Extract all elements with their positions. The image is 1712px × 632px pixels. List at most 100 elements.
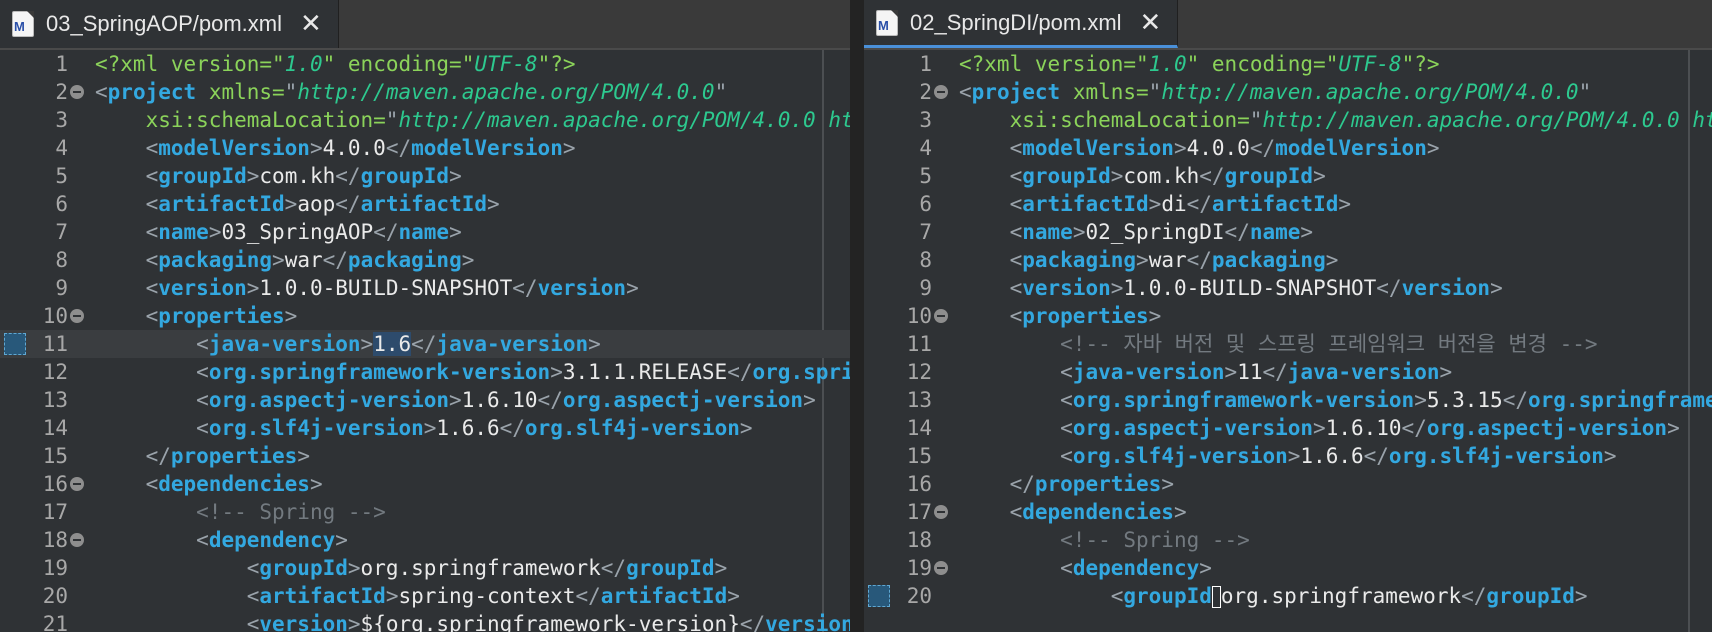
code-line[interactable]: 8 <packaging>war</packaging> [864, 246, 1712, 274]
line-number: 19 [906, 556, 932, 580]
attribute-value: http://maven.apache.org/POM/4.0.0 [297, 80, 715, 104]
fold-collapse-icon[interactable] [934, 561, 948, 575]
code-line[interactable]: 10 <properties> [0, 302, 850, 330]
code-line[interactable]: 3 xsi:schemaLocation="http://maven.apach… [864, 106, 1712, 134]
punctuation: > [246, 276, 260, 300]
code-line[interactable]: 12 <org.springframework-version>3.1.1.RE… [0, 358, 850, 386]
code-editor[interactable]: 1 <?xml version="1.0" encoding="UTF-8"?> 2… [0, 50, 850, 632]
text-content [959, 248, 1010, 272]
tag-name: artifactId [360, 192, 487, 216]
code-line[interactable]: 9 <version>1.0.0-BUILD-SNAPSHOT</version… [864, 274, 1712, 302]
code-line[interactable]: 2 <project xmlns="http://maven.apache.org… [0, 78, 850, 106]
tag-name: name [158, 220, 209, 244]
punctuation: > [803, 388, 816, 412]
punctuation: > [1136, 248, 1149, 272]
code-line[interactable]: 17 <!-- Spring --> [0, 498, 850, 526]
tag-name: project [107, 80, 209, 104]
text-content: 4.0.0 [1186, 136, 1250, 160]
code-line[interactable]: 16 </properties> [864, 470, 1712, 498]
punctuation: > [449, 164, 462, 188]
close-icon[interactable]: ✕ [1140, 10, 1162, 36]
punctuation: > [714, 556, 728, 580]
code-editor[interactable]: 1 <?xml version="1.0" encoding="UTF-8"?> 2… [864, 50, 1712, 632]
punctuation: > [1325, 248, 1339, 272]
text-content: org.springframework [1220, 584, 1462, 608]
code-line[interactable]: 19 <groupId>org.springframework</groupId… [0, 554, 850, 582]
code-line[interactable]: 8 <packaging>war</packaging> [0, 246, 850, 274]
attribute-name: encoding= [1211, 52, 1326, 76]
code-line[interactable]: 7 <name>02_SpringDI</name> [864, 218, 1712, 246]
code-line[interactable]: 13 <org.springframework-version>5.3.15</… [864, 386, 1712, 414]
line-code: <org.aspectj-version>1.6.10</org.aspectj… [95, 386, 850, 414]
tag-name: modelVersion [411, 136, 563, 160]
text-content [95, 304, 146, 328]
code-line[interactable]: 12 <java-version>11</java-version> [864, 358, 1712, 386]
tag-name: packaging [1211, 248, 1326, 272]
code-line[interactable]: 11 <java-version>1.6</java-version> [0, 330, 850, 358]
line-code: <?xml version="1.0" encoding="UTF-8"?> [95, 50, 850, 78]
punctuation: < [1009, 136, 1023, 160]
fold-collapse-icon[interactable] [934, 309, 948, 323]
code-line[interactable]: 5 <groupId>com.kh</groupId> [0, 162, 850, 190]
code-line[interactable]: 9 <version>1.0.0-BUILD-SNAPSHOT</version… [0, 274, 850, 302]
fold-collapse-icon[interactable] [70, 533, 84, 547]
punctuation: > [423, 416, 437, 440]
code-line[interactable]: 10 <properties> [864, 302, 1712, 330]
attribute-name: xsi:schemaLocation= [145, 108, 386, 132]
split-divider[interactable] [850, 0, 864, 632]
close-icon[interactable]: ✕ [300, 11, 322, 37]
line-code: <properties> [959, 302, 1712, 330]
tag-name: packaging [1022, 248, 1137, 272]
fold-collapse-icon[interactable] [934, 505, 948, 519]
code-line[interactable]: 4 <modelVersion>4.0.0</modelVersion> [0, 134, 850, 162]
code-line[interactable]: 11 <!-- 자바 버전 및 스프링 프레임워크 버전을 변경 --> [864, 330, 1712, 358]
code-line[interactable]: 19 <dependency> [864, 554, 1712, 582]
code-line[interactable]: 2 <project xmlns="http://maven.apache.org… [864, 78, 1712, 106]
code-line[interactable]: 17 <dependencies> [864, 498, 1712, 526]
tag-name: org.slf4j-version [524, 416, 740, 440]
punctuation: < [1009, 220, 1023, 244]
punctuation: > [727, 584, 740, 608]
code-line[interactable]: 16 <dependencies> [0, 470, 850, 498]
tag-name: modelVersion [1022, 136, 1174, 160]
fold-collapse-icon[interactable] [70, 309, 84, 323]
text-content: 1.6.6 [1300, 444, 1364, 468]
punctuation: < [196, 388, 209, 412]
code-line[interactable]: 20 <groupId org.springframework</groupId> [864, 582, 1712, 610]
code-line[interactable]: 13 <org.aspectj-version>1.6.10</org.aspe… [0, 386, 850, 414]
tag-name: version [1022, 276, 1111, 300]
code-line[interactable]: 3 xsi:schemaLocation="http://maven.apach… [0, 106, 850, 134]
code-line[interactable]: 14 <org.aspectj-version>1.6.10</org.aspe… [864, 414, 1712, 442]
punctuation: </ [512, 276, 538, 300]
punctuation: " [385, 108, 399, 132]
tab-di-pom[interactable]: M 02_SpringDI/pom.xml ✕ [864, 0, 1179, 48]
code-line[interactable]: 1 <?xml version="1.0" encoding="UTF-8"?> [0, 50, 850, 78]
punctuation: </ [1502, 388, 1528, 412]
text-content [959, 556, 1060, 580]
line-code: <artifactId>spring-context</artifactId> [95, 582, 850, 610]
code-line[interactable]: 21 <version>${org.springframework-versio… [0, 610, 850, 632]
tag-name: org.aspectj-version [1072, 416, 1314, 440]
text-content [95, 584, 247, 608]
code-line[interactable]: 15 <org.slf4j-version>1.6.6</org.slf4j-v… [864, 442, 1712, 470]
code-line[interactable]: 20 <artifactId>spring-context</artifactI… [0, 582, 850, 610]
punctuation: > [1313, 416, 1326, 440]
code-line[interactable]: 1 <?xml version="1.0" encoding="UTF-8"?> [864, 50, 1712, 78]
code-line[interactable]: 6 <artifactId>aop</artifactId> [0, 190, 850, 218]
code-line[interactable]: 5 <groupId>com.kh</groupId> [864, 162, 1712, 190]
code-line[interactable]: 15 </properties> [0, 442, 850, 470]
code-line[interactable]: 14 <org.slf4j-version>1.6.6</org.slf4j-v… [0, 414, 850, 442]
attribute-value: http://maven.apache.org/POM/4.0.0 https:… [398, 108, 850, 132]
fold-collapse-icon[interactable] [70, 85, 84, 99]
punctuation: </ [335, 164, 361, 188]
code-line[interactable]: 18 <dependency> [0, 526, 850, 554]
fold-collapse-icon[interactable] [934, 85, 948, 99]
code-line[interactable]: 7 <name>03_SpringAOP</name> [0, 218, 850, 246]
line-number: 14 [906, 416, 932, 440]
line-number: 3 [55, 108, 68, 132]
tab-aop-pom[interactable]: M 03_SpringAOP/pom.xml ✕ [0, 0, 339, 48]
code-line[interactable]: 4 <modelVersion>4.0.0</modelVersion> [864, 134, 1712, 162]
code-line[interactable]: 18 <!-- Spring --> [864, 526, 1712, 554]
fold-collapse-icon[interactable] [70, 477, 84, 491]
code-line[interactable]: 6 <artifactId>di</artifactId> [864, 190, 1712, 218]
